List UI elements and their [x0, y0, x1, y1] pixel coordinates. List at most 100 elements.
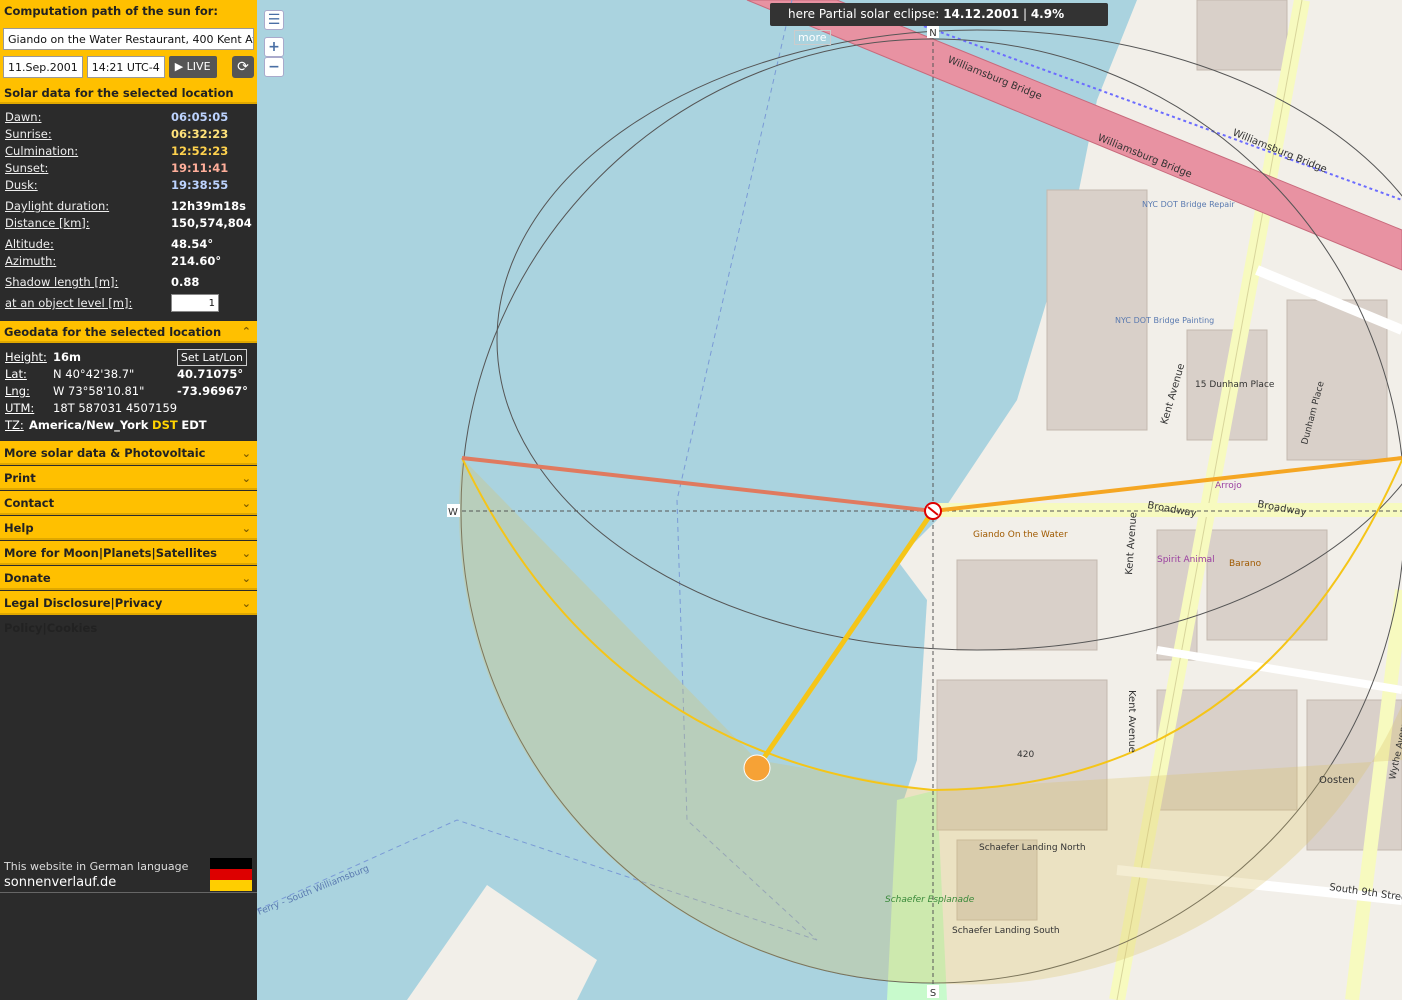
height-row: Height: 16m Set Lat/Lon [0, 349, 257, 366]
solar-data-title: Solar data for the selected location [4, 86, 234, 100]
shadow-label[interactable]: Shadow length [m]: [5, 274, 171, 291]
object-level-row: at an object level [m]: 1 [0, 291, 257, 315]
distance-label[interactable]: Distance [km]: [5, 215, 171, 232]
label-kent-avenue: Kent Avenue [1126, 690, 1137, 753]
distance-value: 150,574,804 [171, 216, 252, 230]
shadow-row: Shadow length [m]: 0.88 [0, 274, 257, 291]
utm-value: 18T 587031 4507159 [53, 401, 178, 415]
solar-time-label[interactable]: Dusk: [5, 177, 171, 194]
distance-row: Distance [km]: 150,574,804 [0, 215, 257, 232]
menu-item[interactable]: More solar data & Photovoltaic ⌄ [0, 440, 257, 465]
menu-icon: ☰ [267, 12, 281, 28]
sidebar: Computation path of the sun for: Giando … [0, 0, 257, 1000]
sun-direction-line [754, 509, 936, 770]
expand-icon: ⌄ [241, 497, 251, 510]
solar-time-value: 19:11:41 [171, 161, 229, 175]
menu-list: More solar data & Photovoltaic ⌄ Print ⌄ Con… [0, 440, 257, 635]
plus-icon: + [268, 39, 280, 55]
height-label[interactable]: Height: [5, 349, 53, 366]
geodata-section: Height: 16m Set Lat/Lon Lat: N 40°42'38.… [0, 343, 257, 440]
german-flag-icon[interactable] [210, 858, 252, 891]
label-nyc-dot-bridge-painting: NYC DOT Bridge Painting [1115, 316, 1214, 325]
menu-item-label: Donate [4, 571, 51, 585]
label-spirit-animal: Spirit Animal [1157, 555, 1215, 565]
solar-time-row: Dusk: 19:38:55 [0, 177, 257, 194]
expand-icon: ⌄ [241, 447, 251, 460]
geodata-title: Geodata for the selected location [4, 325, 222, 339]
menu-item[interactable]: Legal Disclosure|Privacy Policy|Cookies ⌄ [0, 590, 257, 635]
azimuth-value: 214.60° [171, 254, 222, 268]
eclipse-more-button[interactable]: more [794, 30, 831, 45]
solar-data-header[interactable]: Solar data for the selected location [0, 82, 257, 104]
menu-item[interactable]: Donate ⌄ [0, 565, 257, 590]
object-level-input[interactable]: 1 [171, 294, 219, 312]
tz-label[interactable]: TZ: [5, 417, 29, 434]
play-icon: ▶ [174, 60, 184, 73]
lat-dms: N 40°42'38.7" [53, 367, 135, 381]
azimuth-label[interactable]: Azimuth: [5, 253, 171, 270]
tz-dst: DST [152, 418, 178, 432]
solar-time-value: 06:32:23 [171, 127, 229, 141]
solar-time-label[interactable]: Sunrise: [5, 126, 171, 143]
altitude-label[interactable]: Altitude: [5, 236, 171, 253]
set-latlon-button[interactable]: Set Lat/Lon [176, 349, 247, 366]
lat-label[interactable]: Lat: [5, 366, 53, 383]
menu-item[interactable]: More for Moon|Planets|Satellites ⌄ [0, 540, 257, 565]
refresh-icon: ⟳ [237, 59, 249, 75]
menu-item-label: Print [4, 471, 36, 485]
location-panel: Computation path of the sun for: Giando … [0, 0, 257, 82]
menu-item-label: Contact [4, 496, 55, 510]
solar-time-label[interactable]: Sunset: [5, 160, 171, 177]
menu-item-label: More for Moon|Planets|Satellites [4, 546, 217, 560]
building [956, 559, 1098, 651]
daylight-label[interactable]: Daylight duration: [5, 198, 171, 215]
address-input[interactable]: Giando on the Water Restaurant, 400 Kent… [3, 28, 254, 50]
solar-time-label[interactable]: Dawn: [5, 109, 171, 126]
solar-time-value: 06:05:05 [171, 110, 229, 124]
label-schaefer-esplanade: Schaefer Esplanade [885, 895, 975, 905]
west-label: W [448, 507, 458, 518]
tz-value: America/New_York [29, 418, 149, 432]
menu-item-label: Help [4, 521, 34, 535]
solar-time-value: 12:52:23 [171, 144, 229, 158]
menu-item[interactable]: Contact ⌄ [0, 490, 257, 515]
solar-time-value: 19:38:55 [171, 178, 229, 192]
menu-item[interactable]: Print ⌄ [0, 465, 257, 490]
solar-time-label[interactable]: Culmination: [5, 143, 171, 160]
eclipse-percent: 4.9% [1030, 7, 1065, 21]
map-canvas[interactable]: N S W Williamsburg Bridge Williamsburg B… [257, 0, 1402, 1000]
label-ferry-route: Ferry - South Williamsburg [257, 864, 371, 918]
building [1206, 529, 1328, 641]
menu-item[interactable]: Help ⌄ [0, 515, 257, 540]
azimuth-row: Azimuth: 214.60° [0, 253, 257, 270]
live-button[interactable]: ▶ LIVE [168, 56, 217, 78]
map-view[interactable]: N S W Williamsburg Bridge Williamsburg B… [257, 0, 1402, 1000]
utm-label[interactable]: UTM: [5, 400, 53, 417]
sun-position-marker[interactable] [743, 754, 771, 782]
lat-decimal: 40.71075° [177, 367, 244, 381]
solar-time-row: Dawn: 06:05:05 [0, 109, 257, 126]
live-label: LIVE [186, 60, 211, 73]
date-input[interactable]: 11.Sep.2001 [3, 56, 83, 78]
object-level-label[interactable]: at an object level [m]: [5, 291, 171, 315]
lng-label[interactable]: Lng: [5, 383, 53, 400]
label-oosten: Oosten [1319, 775, 1355, 786]
solar-time-row: Culmination: 12:52:23 [0, 143, 257, 160]
eclipse-banner: here Partial solar eclipse: 14.12.2001 |… [770, 3, 1108, 45]
south-label: S [930, 988, 936, 999]
sunrise-direction-line [461, 456, 934, 513]
layers-menu-button[interactable]: ☰ [264, 10, 284, 30]
zoom-out-button[interactable]: − [264, 57, 284, 77]
label-house-number: 420 [1017, 750, 1034, 760]
north-label: N [929, 28, 936, 39]
label-schaefer-landing-south: Schaefer Landing South [952, 926, 1060, 936]
time-input[interactable]: 14:21 UTC-4 [86, 56, 165, 78]
lng-dms: W 73°58'10.81" [53, 384, 145, 398]
label-giando: Giando On the Water [973, 530, 1068, 540]
altitude-row: Altitude: 48.54° [0, 236, 257, 253]
geodata-header[interactable]: Geodata for the selected location ⌃ [0, 321, 257, 343]
zoom-in-button[interactable]: + [264, 37, 284, 57]
collapse-icon: ⌃ [241, 325, 251, 338]
refresh-button[interactable]: ⟳ [232, 56, 254, 78]
altitude-value: 48.54° [171, 237, 214, 251]
